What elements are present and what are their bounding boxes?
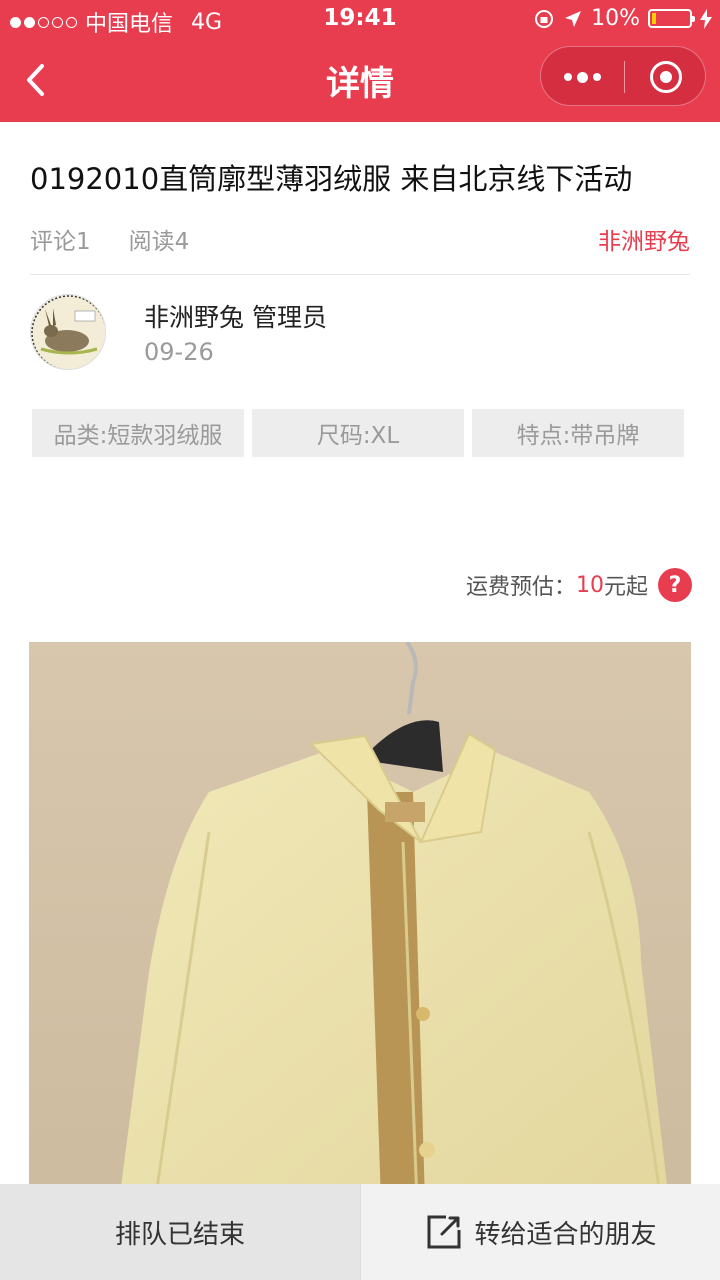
location-arrow-icon (565, 10, 582, 27)
share-label: 转给适合的朋友 (474, 1219, 657, 1250)
close-mini-program-button[interactable] (625, 47, 707, 107)
target-circle-icon (650, 61, 682, 93)
status-bar: 中国电信 4G 19:41 10% (0, 0, 720, 40)
username: 非洲野兔 管理员 (144, 303, 327, 332)
queue-ended-button[interactable]: 排队已结束 (0, 1184, 360, 1280)
more-dots-icon (564, 73, 572, 81)
charging-bolt-icon (700, 8, 712, 29)
divider (30, 274, 690, 275)
header: 中国电信 4G 19:41 10% 详情 (0, 0, 720, 122)
shipping-label: 运费预估： (465, 575, 576, 600)
detail-page: 中国电信 4G 19:41 10% 详情 0192010直筒廓型薄羽绒服 来自北… (0, 0, 720, 1280)
shipping-estimate: 运费预估： 10 元起 ? (466, 568, 692, 602)
help-icon[interactable]: ? (658, 568, 692, 602)
tag-category: 品类:短款羽绒服 (32, 409, 244, 457)
read-count: 阅读4 (128, 229, 190, 255)
product-photo[interactable] (29, 642, 691, 1202)
share-to-friend-button[interactable]: 转给适合的朋友 (360, 1184, 720, 1280)
avatar[interactable] (30, 294, 106, 370)
shipping-price: 10 (575, 572, 604, 598)
author-link[interactable]: 非洲野兔 (598, 222, 690, 256)
battery-percent: 10% (591, 6, 640, 31)
share-edit-icon (427, 1215, 461, 1249)
hare-logo-image (31, 295, 105, 369)
tag-size: 尺码:XL (252, 409, 464, 457)
post-meta: 评论1 阅读4 (30, 222, 189, 256)
post-date: 09-26 (144, 338, 214, 366)
jacket-image (29, 642, 691, 1202)
status-right: 10% (533, 6, 712, 31)
rotation-lock-icon (535, 9, 554, 28)
tag-list: 品类:短款羽绒服 尺码:XL 特点:带吊牌 (32, 409, 684, 457)
nav-bar: 详情 (0, 40, 720, 122)
shipping-suffix: 元起 (603, 575, 648, 600)
post-title: 0192010直筒廓型薄羽绒服 来自北京线下活动 (30, 162, 633, 196)
mini-program-capsule (540, 46, 706, 106)
comment-count: 评论1 (30, 229, 91, 255)
tag-feature: 特点:带吊牌 (472, 409, 684, 457)
battery-icon (648, 9, 695, 28)
bottom-bar: 排队已结束 转给适合的朋友 (0, 1184, 720, 1280)
more-button[interactable] (541, 47, 624, 107)
